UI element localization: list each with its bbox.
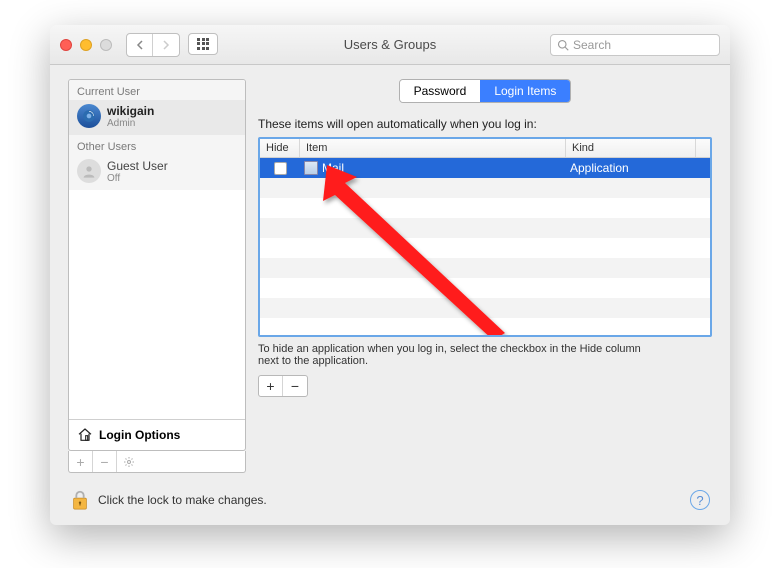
users-groups-window: Users & Groups Search Current User wikig… xyxy=(50,25,730,525)
grid-icon xyxy=(197,38,209,50)
sidebar-spacer xyxy=(69,190,245,419)
col-scroll xyxy=(696,139,710,157)
gear-icon xyxy=(123,456,135,468)
search-field[interactable]: Search xyxy=(550,34,720,56)
empty-row xyxy=(260,278,710,298)
forward-button[interactable] xyxy=(153,34,179,56)
traffic-lights xyxy=(60,39,112,51)
close-button[interactable] xyxy=(60,39,72,51)
footer: Click the lock to make changes. ? xyxy=(68,485,712,515)
add-user-button[interactable]: + xyxy=(69,451,93,472)
nav-group xyxy=(126,33,218,57)
empty-row xyxy=(260,178,710,198)
item-cell: Mail xyxy=(300,161,566,175)
action-gear-button[interactable] xyxy=(117,451,141,472)
current-user-header: Current User xyxy=(69,80,245,100)
empty-row xyxy=(260,198,710,218)
search-placeholder: Search xyxy=(573,38,611,52)
sidebar: Current User wikigain Admin Other Users xyxy=(68,79,246,473)
home-icon xyxy=(77,427,93,443)
col-kind[interactable]: Kind xyxy=(566,139,696,157)
tab-label: Password xyxy=(414,84,467,98)
hide-cell xyxy=(260,162,300,175)
login-options-button[interactable]: Login Options xyxy=(69,419,245,450)
titlebar: Users & Groups Search xyxy=(50,25,730,65)
tab-login-items[interactable]: Login Items xyxy=(480,80,570,102)
table-row[interactable]: Mail Application xyxy=(260,158,710,178)
avatar-icon xyxy=(77,104,101,128)
search-icon xyxy=(557,39,569,51)
add-remove-bar: + − xyxy=(258,375,712,397)
user-list: Current User wikigain Admin Other Users xyxy=(68,79,246,451)
login-items-table: Hide Item Kind Mail Application xyxy=(258,137,712,337)
back-button[interactable] xyxy=(127,34,153,56)
user-role: Off xyxy=(107,173,168,184)
empty-row xyxy=(260,298,710,318)
lock-text: Click the lock to make changes. xyxy=(98,493,267,507)
remove-user-button[interactable]: − xyxy=(93,451,117,472)
body: Current User wikigain Admin Other Users xyxy=(68,79,712,473)
app-icon xyxy=(304,161,318,175)
col-hide[interactable]: Hide xyxy=(260,139,300,157)
hint-text: To hide an application when you log in, … xyxy=(258,343,658,367)
user-name: wikigain xyxy=(107,104,154,118)
item-name: Mail xyxy=(322,161,344,175)
lock-icon[interactable] xyxy=(70,489,90,511)
sidebar-user-wikigain[interactable]: wikigain Admin xyxy=(69,100,245,135)
avatar-guest-icon xyxy=(77,159,101,183)
hide-checkbox[interactable] xyxy=(274,162,287,175)
user-role: Admin xyxy=(107,118,154,129)
empty-row xyxy=(260,318,710,337)
other-users-header: Other Users xyxy=(69,135,245,155)
main-panel: Password Login Items These items will op… xyxy=(258,79,712,473)
help-button[interactable]: ? xyxy=(690,490,710,510)
table-header: Hide Item Kind xyxy=(260,139,710,158)
minimize-button[interactable] xyxy=(80,39,92,51)
sidebar-toolbar: + − xyxy=(68,451,246,473)
show-all-button[interactable] xyxy=(188,33,218,55)
content-area: Current User wikigain Admin Other Users xyxy=(50,65,730,525)
col-item[interactable]: Item xyxy=(300,139,566,157)
tab-password[interactable]: Password xyxy=(400,80,481,102)
user-name: Guest User xyxy=(107,159,168,173)
login-options-label: Login Options xyxy=(99,428,180,442)
tab-bar: Password Login Items xyxy=(258,79,712,103)
empty-row xyxy=(260,218,710,238)
zoom-button[interactable] xyxy=(100,39,112,51)
empty-row xyxy=(260,258,710,278)
empty-row xyxy=(260,238,710,258)
nav-back-forward xyxy=(126,33,180,57)
tab-label: Login Items xyxy=(494,84,556,98)
add-item-button[interactable]: + xyxy=(259,376,283,396)
kind-cell: Application xyxy=(566,161,710,175)
remove-item-button[interactable]: − xyxy=(283,376,307,396)
sidebar-user-guest[interactable]: Guest User Off xyxy=(69,155,245,190)
description-text: These items will open automatically when… xyxy=(258,117,712,131)
